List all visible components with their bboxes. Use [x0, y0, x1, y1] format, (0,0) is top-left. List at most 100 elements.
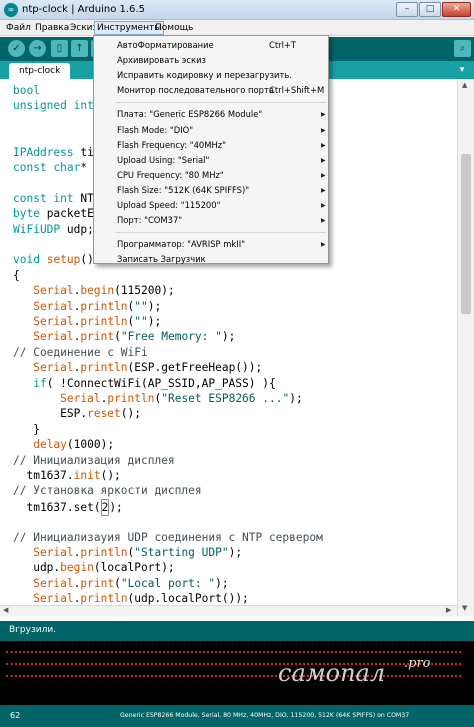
code-token: if	[33, 376, 47, 390]
menu-item-label: Плата: "Generic ESP8266 Module"	[117, 109, 263, 120]
code-line: delay(1000);	[13, 437, 114, 452]
console-error-line	[6, 651, 461, 653]
vertical-scroll-thumb[interactable]	[461, 154, 471, 314]
code-token: (	[114, 576, 121, 590]
window-titlebar: ∞ ntp-clock | Arduino 1.6.5 – □ ✕	[0, 0, 474, 20]
tools-menu-item[interactable]: Flash Frequency: "40MHz" ▶	[95, 138, 327, 153]
code-token: );	[228, 546, 243, 559]
submenu-arrow-icon: ▶	[321, 186, 326, 194]
menu-item-label: Flash Mode: "DIO"	[117, 124, 194, 135]
tools-menu-item[interactable]: Порт: "COM37" ▶	[95, 213, 327, 228]
tools-menu-item[interactable]: Upload Speed: "115200" ▶	[95, 198, 327, 213]
code-token: const int	[13, 191, 74, 205]
code-line: Serial.print("Free Memory: ");	[13, 329, 235, 344]
code-line: ESP.reset();	[13, 406, 141, 421]
scroll-down-arrow-icon[interactable]: ▼	[462, 604, 467, 612]
serial-monitor-icon[interactable]: ⌕	[454, 40, 471, 57]
upload-icon[interactable]: →	[29, 40, 46, 57]
code-token: Serial	[33, 546, 74, 559]
minimize-button[interactable]: –	[396, 2, 418, 17]
menu-item-label: Upload Speed: "115200"	[117, 200, 221, 210]
submenu-arrow-icon: ▶	[321, 111, 326, 119]
code-token: );	[289, 392, 303, 405]
code-token: reset	[87, 407, 121, 421]
code-token: (1000);	[66, 438, 115, 452]
code-token: print	[80, 576, 115, 590]
code-token: ""	[134, 299, 148, 313]
code-line: Serial.println(ESP.getFreeHeap());	[13, 360, 262, 375]
code-token: ();	[120, 407, 141, 421]
code-token: println	[80, 592, 128, 606]
status-bar: 62 Generic ESP8266 Module, Serial, 80 MH…	[0, 705, 474, 727]
code-token: Serial	[33, 576, 74, 590]
tools-menu-item[interactable]: Исправить кодировку и перезагрузить.	[95, 68, 327, 83]
arduino-app-icon: ∞	[4, 3, 18, 17]
board-info: Generic ESP8266 Module, Serial, 80 MHz, …	[120, 712, 410, 719]
code-token: );	[147, 315, 162, 328]
code-token: println	[80, 315, 128, 328]
code-token: delay	[33, 438, 67, 452]
tools-menu-item[interactable]: Программатор: "AVRISP mkII" ▶	[95, 237, 327, 252]
code-token: const char	[13, 161, 81, 174]
tools-menu-item[interactable]: АвтоФорматирование Ctrl+T	[95, 38, 327, 53]
code-token: Serial	[33, 315, 74, 328]
code-token: begin	[80, 284, 115, 298]
text-cursor: 2	[100, 498, 110, 516]
code-token: WiFiUDP	[13, 222, 61, 236]
tab-menu-icon[interactable]: ▾	[455, 64, 469, 76]
code-line: // Инициализация дисплея	[13, 453, 175, 468]
code-token: "Local port: "	[120, 576, 216, 590]
code-token: );	[215, 576, 229, 590]
code-token: init	[73, 469, 101, 482]
code-token: "Free Memory: "	[120, 330, 222, 344]
menu-item-shortcut: Ctrl+Shift+M	[269, 85, 325, 96]
code-token: println	[107, 392, 155, 405]
tab-ntp-clock[interactable]: ntp-clock	[9, 63, 71, 79]
code-line: tm1637.set(2);	[13, 498, 123, 516]
code-token: print	[80, 330, 115, 344]
tools-menu-item[interactable]: Архивировать эскиз	[95, 53, 327, 68]
code-line: Serial.begin(115200);	[13, 283, 174, 298]
tools-menu-item[interactable]: Flash Mode: "DIO" ▶	[95, 123, 327, 138]
horizontal-scrollbar[interactable]: ◀ ▶	[0, 605, 457, 616]
open-sketch-icon[interactable]: ↑	[71, 40, 88, 57]
close-button[interactable]: ✕	[442, 2, 471, 17]
code-token: "Starting UDP"	[134, 546, 229, 559]
menu-edit[interactable]: Правка	[33, 21, 71, 35]
scroll-right-arrow-icon[interactable]: ▶	[446, 606, 451, 614]
submenu-arrow-icon: ▶	[321, 156, 326, 164]
tools-menu-item[interactable]: Монитор последовательного порта Ctrl+Shif…	[95, 83, 327, 98]
menu-item-label: Flash Size: "512K (64K SPIFFS)"	[117, 184, 250, 195]
code-line: byte packetE	[13, 206, 94, 221]
code-token: // Инициализауия UDP соединения с NTP се…	[13, 530, 323, 544]
maximize-button[interactable]: □	[419, 2, 441, 17]
console-output[interactable]	[0, 641, 474, 705]
scroll-up-arrow-icon[interactable]: ▲	[462, 81, 467, 89]
menu-item-label: Upload Using: "Serial"	[117, 154, 210, 165]
code-token: println	[80, 361, 128, 375]
menu-item-label: Записать Загрузчик	[117, 254, 206, 265]
menu-help[interactable]: Помощь	[153, 21, 195, 35]
submenu-arrow-icon: ▶	[321, 141, 326, 149]
verify-icon[interactable]: ✓	[8, 40, 25, 57]
code-token: (	[114, 330, 121, 344]
tools-menu-item[interactable]: Upload Using: "Serial" ▶	[95, 153, 327, 168]
code-line: unsigned int	[13, 98, 94, 113]
menu-file[interactable]: Файл	[4, 21, 33, 35]
tools-menu-item[interactable]: Плата: "Generic ESP8266 Module" ▶	[95, 107, 327, 122]
menu-item-label: Flash Frequency: "40MHz"	[117, 139, 227, 150]
new-sketch-icon[interactable]: ▯	[51, 40, 68, 57]
vertical-scrollbar[interactable]: ▲ ▼	[457, 79, 474, 616]
code-token: byte	[13, 207, 40, 221]
code-token: println	[80, 546, 128, 559]
tools-menu-item[interactable]: CPU Frequency: "80 MHz" ▶	[95, 168, 327, 183]
tools-menu-item[interactable]: Записать Загрузчик	[95, 252, 327, 267]
scroll-left-arrow-icon[interactable]: ◀	[3, 606, 8, 614]
code-token: );	[109, 500, 123, 514]
code-line: bool	[13, 83, 40, 98]
code-token: (ESP.getFreeHeap());	[127, 361, 263, 375]
code-token: // Установка яркости дисплея	[13, 484, 202, 498]
tools-menu-item[interactable]: Flash Size: "512K (64K SPIFFS)" ▶	[95, 183, 327, 198]
